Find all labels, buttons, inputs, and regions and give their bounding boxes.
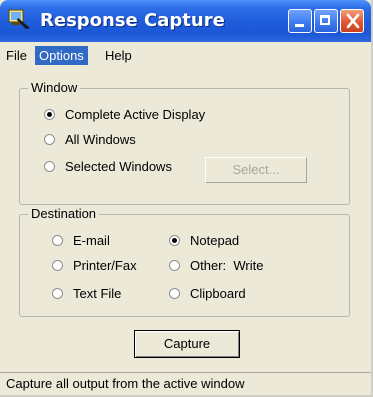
window-title: Response Capture [40, 10, 225, 31]
radio-label: Selected Windows [65, 159, 172, 174]
radio-label: E-mail [73, 233, 110, 248]
status-bar: Capture all output from the active windo… [0, 372, 371, 395]
radio-label: Clipboard [190, 286, 246, 301]
window-groupbox: Window Complete Active Display All Windo… [19, 80, 350, 205]
radio-dot[interactable] [44, 109, 55, 120]
radio-dot[interactable] [44, 134, 55, 145]
capture-button[interactable]: Capture [134, 330, 240, 358]
destination-group-legend: Destination [28, 206, 100, 221]
select-button[interactable]: Select... [205, 157, 307, 183]
radio-label: Complete Active Display [65, 107, 206, 122]
radio-dot[interactable] [169, 288, 180, 299]
maximize-button[interactable] [314, 9, 338, 33]
radio-dot[interactable] [52, 260, 63, 271]
window-group-legend: Window [28, 80, 81, 95]
radio-dot[interactable] [44, 161, 55, 172]
radio-dot[interactable] [52, 235, 63, 246]
radio-label: Notepad [190, 233, 240, 248]
radio-label: Text File [73, 286, 122, 301]
menu-options[interactable]: Options [35, 46, 88, 65]
radio-label: All Windows [65, 132, 136, 147]
radio-label: Other: Write [190, 258, 264, 273]
close-icon [346, 13, 360, 29]
radio-dot[interactable] [52, 288, 63, 299]
radio-label: Printer/Fax [73, 258, 137, 273]
radio-dot[interactable] [169, 235, 180, 246]
radio-dot[interactable] [169, 260, 180, 271]
menu-bar: File Options Help [0, 45, 371, 67]
close-button[interactable] [340, 9, 364, 33]
title-bar[interactable]: Response Capture [0, 0, 371, 42]
response-capture-window: Response Capture File Options Help Windo… [0, 0, 373, 397]
destination-groupbox: Destination E-mail Printer/Fax Text File… [19, 206, 350, 317]
menu-file[interactable]: File [2, 46, 31, 65]
minimize-button[interactable] [288, 9, 312, 33]
app-icon [8, 9, 30, 29]
menu-help[interactable]: Help [101, 46, 136, 65]
